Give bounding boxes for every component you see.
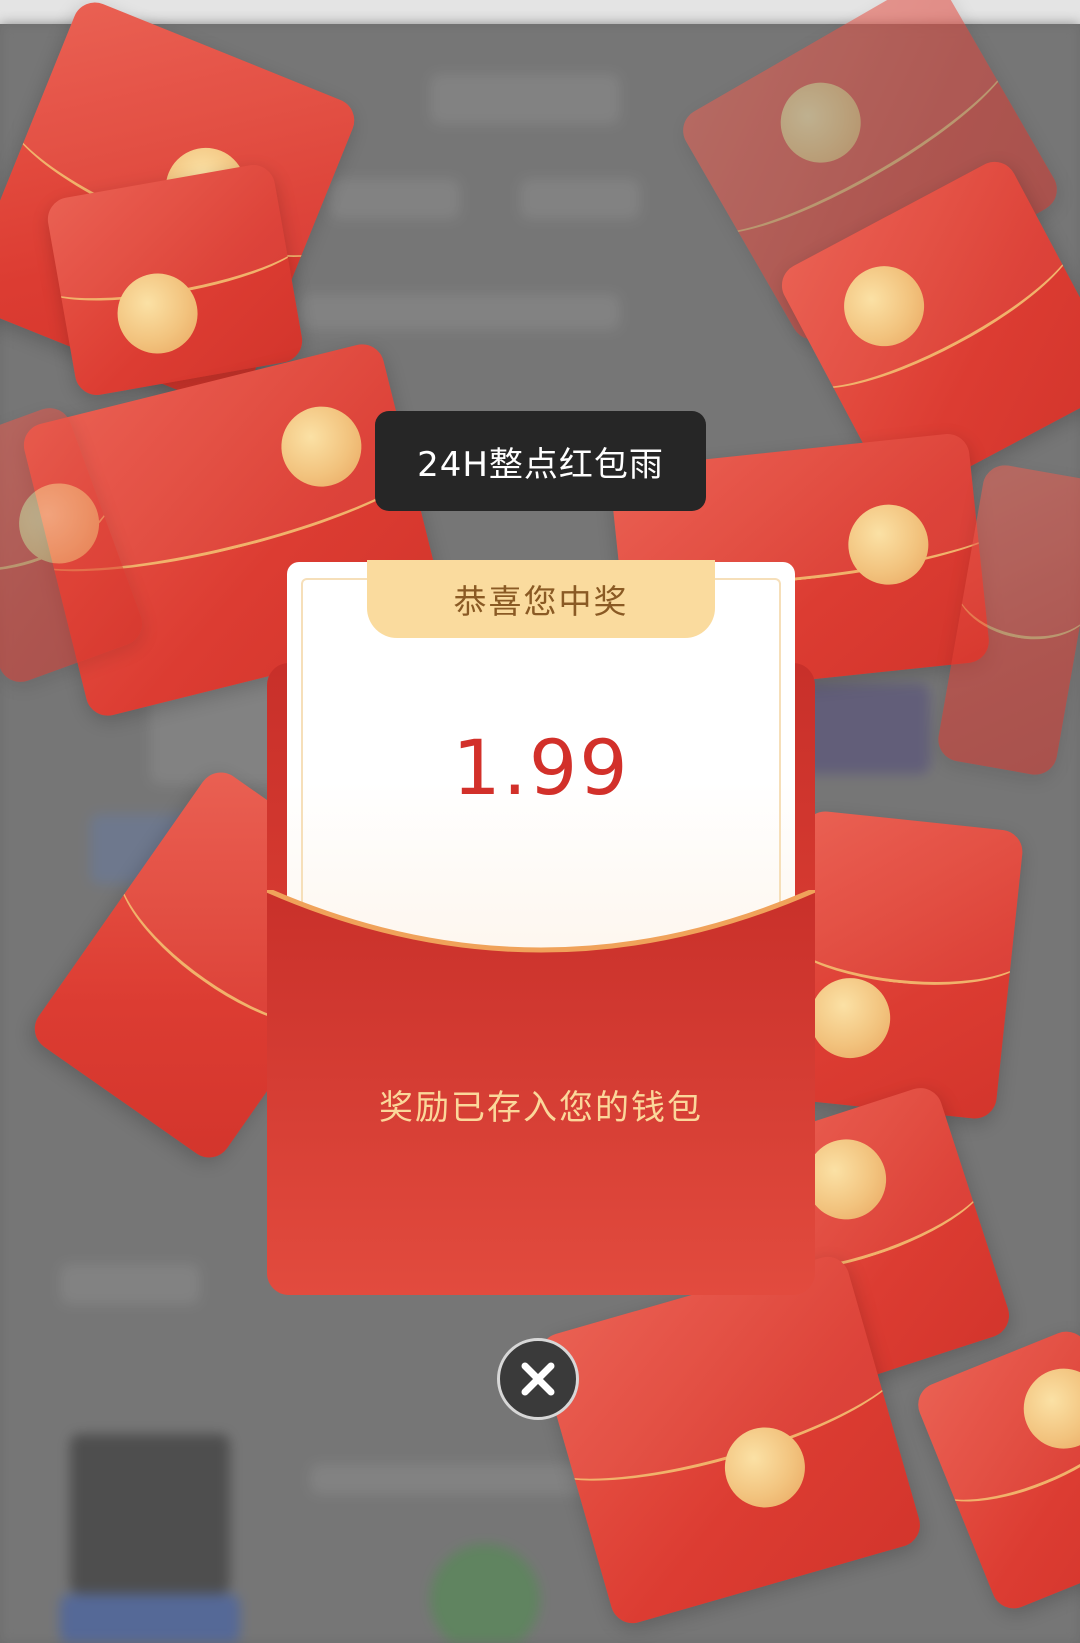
close-button[interactable]	[497, 1338, 579, 1420]
congrats-heading: 恭喜您中奖	[367, 560, 715, 638]
decorative-envelope	[44, 161, 306, 399]
close-icon	[521, 1362, 555, 1396]
reward-amount: 1.99	[452, 723, 630, 812]
seal-icon	[806, 974, 895, 1063]
wallet-message: 奖励已存入您的钱包	[379, 1088, 703, 1128]
event-title-label: 24H整点红包雨	[375, 411, 706, 511]
reward-card: 恭喜您中奖 1.99 奖励已存入您的钱包	[267, 560, 815, 1295]
